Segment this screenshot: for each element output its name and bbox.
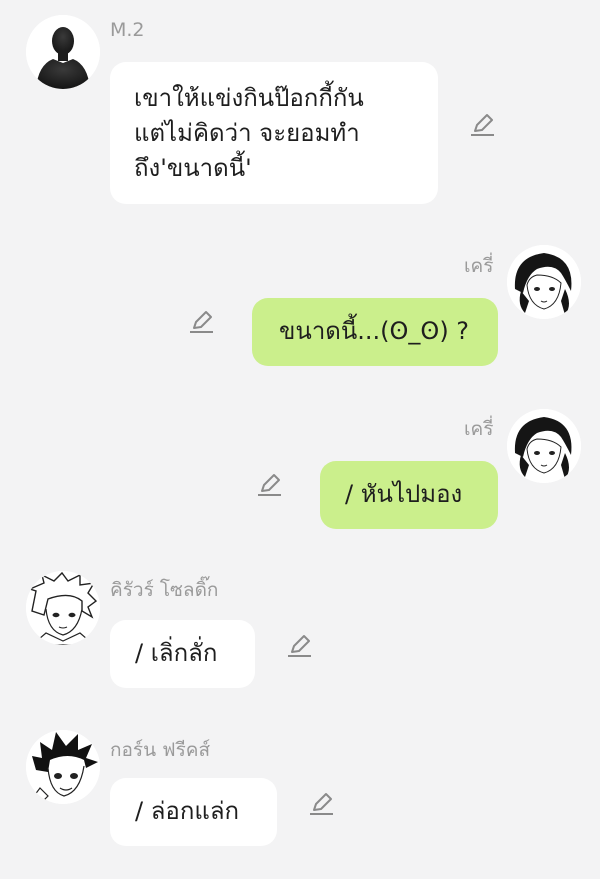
pencil-edit-icon[interactable] [287,634,313,658]
pencil-edit-icon[interactable] [470,113,496,137]
silhouette-avatar-icon [26,15,100,89]
sender-name: คิรัวร์ โซลดิ๊ก [110,579,219,601]
avatar[interactable] [507,245,581,319]
sender-name: กอร์น ฟรีคส์ [110,739,211,761]
manga-avatar-gon-icon [26,730,100,804]
chat-screen: { "messages": [ { "sender": "M.2", "text… [0,0,600,879]
message-bubble[interactable]: / ล่อกแล่ก [110,778,277,846]
sender-name: เครี่ [464,418,494,440]
message-bubble[interactable]: เขาให้แข่งกินป๊อกกี้กัน แต่ไม่คิดว่า จะย… [110,62,438,204]
message-bubble[interactable]: / เลิ่กลั่ก [110,620,255,688]
avatar[interactable] [26,571,100,645]
manga-avatar-kurapika-icon [507,409,581,483]
manga-avatar-killua-icon [26,571,100,645]
avatar[interactable] [26,15,100,89]
pencil-edit-icon[interactable] [257,473,283,497]
message-bubble[interactable]: ขนาดนี้...(ʘ_ʘ) ? [252,298,498,366]
manga-avatar-kurapika-icon [507,245,581,319]
message-bubble[interactable]: / หันไปมอง [320,461,498,529]
sender-name: M.2 [110,19,145,41]
sender-name: เครี่ [464,255,494,277]
avatar[interactable] [26,730,100,804]
pencil-edit-icon[interactable] [309,792,335,816]
pencil-edit-icon[interactable] [189,310,215,334]
avatar[interactable] [507,409,581,483]
